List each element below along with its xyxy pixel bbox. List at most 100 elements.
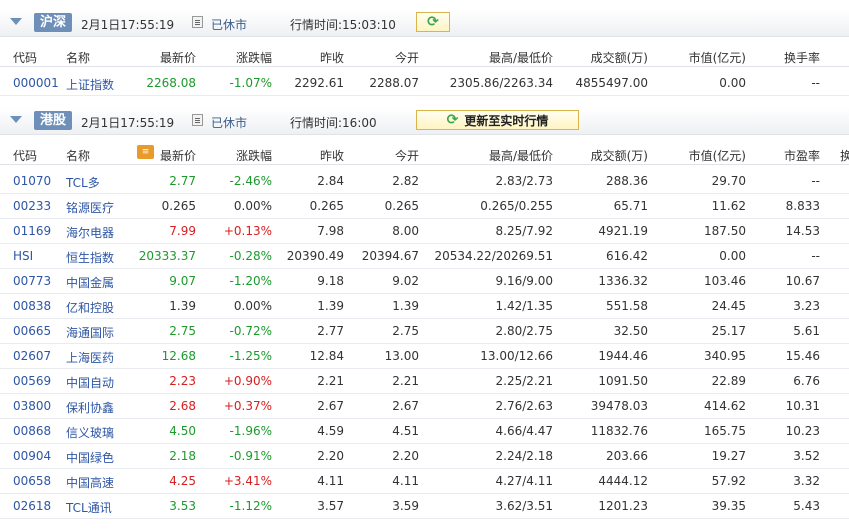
cell-code[interactable]: 02618 <box>13 499 51 513</box>
column-header[interactable]: 最高/最低价 <box>489 147 553 164</box>
cell-prev: 0.265 <box>309 199 344 213</box>
table-row[interactable]: 02618 TCL通讯 3.53 -1.12% 3.57 3.59 3.62/3.51 120… <box>0 493 849 519</box>
table-row[interactable]: 01169 海尔电器 7.99 +0.13% 7.98 8.00 8.25/7.92 4921… <box>0 218 849 244</box>
cell-code[interactable]: 00658 <box>13 474 51 488</box>
cell-price: 2.75 <box>169 324 196 338</box>
table-row[interactable]: 00773 中国金属 9.07 -1.20% 9.18 9.02 9.16/9.00 1336… <box>0 268 849 294</box>
cell-name[interactable]: 恒生指数 <box>66 249 114 266</box>
column-header[interactable]: 昨收 <box>320 49 344 66</box>
column-header[interactable]: 换 <box>840 147 849 164</box>
cell-extra: 10.23 <box>785 424 820 438</box>
column-header[interactable]: 涨跌幅 <box>236 49 272 66</box>
cell-code[interactable]: 00868 <box>13 424 51 438</box>
cell-name[interactable]: 信义玻璃 <box>66 424 114 441</box>
cell-code[interactable]: 01070 <box>13 174 51 188</box>
cell-mcap: 11.62 <box>711 199 746 213</box>
cell-prev: 2.77 <box>317 324 344 338</box>
cell-code[interactable]: 01169 <box>13 224 51 238</box>
cell-prev: 2.20 <box>317 449 344 463</box>
table-row[interactable]: HSI 恒生指数 20333.37 -0.28% 20390.49 20394.67 205… <box>0 243 849 269</box>
column-header[interactable]: 代码 <box>13 147 37 164</box>
collapse-triangle-icon[interactable] <box>10 116 22 123</box>
market-badge-sh[interactable]: 沪深 <box>34 13 73 32</box>
table-row[interactable]: 00665 海通国际 2.75 -0.72% 2.77 2.75 2.80/2.75 32.5… <box>0 318 849 344</box>
cell-code[interactable]: 00904 <box>13 449 51 463</box>
table-row[interactable]: 03800 保利协鑫 2.68 +0.37% 2.67 2.67 2.76/2.63 3947… <box>0 393 849 419</box>
cell-name[interactable]: 中国自动 <box>66 374 114 391</box>
cell-prev: 2292.61 <box>294 76 344 90</box>
cell-code[interactable]: 00233 <box>13 199 51 213</box>
cell-name[interactable]: 中国金属 <box>66 274 114 291</box>
column-header[interactable]: 最高/最低价 <box>489 49 553 66</box>
cell-mcap: 340.95 <box>704 349 746 363</box>
table-row[interactable]: 00658 中国高速 4.25 +3.41% 4.11 4.11 4.27/4.11 4444… <box>0 468 849 494</box>
column-header[interactable]: 换手率 <box>784 49 820 66</box>
cell-chg: -1.20% <box>229 274 272 288</box>
cell-prev: 9.18 <box>317 274 344 288</box>
cell-code[interactable]: HSI <box>13 249 33 263</box>
column-header[interactable]: 成交额(万) <box>591 147 648 164</box>
cell-name[interactable]: TCL多 <box>66 174 100 191</box>
cell-name[interactable]: TCL通讯 <box>66 499 112 516</box>
cell-open: 2.21 <box>392 374 419 388</box>
cell-name[interactable]: 铭源医疗 <box>66 199 114 216</box>
column-header[interactable]: 涨跌幅 <box>236 147 272 164</box>
column-header[interactable]: 成交额(万) <box>591 49 648 66</box>
cell-extra: 3.23 <box>793 299 820 313</box>
cell-code[interactable]: 00838 <box>13 299 51 313</box>
cell-name[interactable]: 亿和控股 <box>66 299 114 316</box>
hk-panel-header: 港股 2月1日17:55:19 已休市 行情时间:16:00 ⟳ 更新至实时行情 <box>0 108 849 135</box>
cell-hl: 3.62/3.51 <box>495 499 553 513</box>
column-header[interactable]: 市盈率 <box>784 147 820 164</box>
column-header[interactable]: 市值(亿元) <box>689 49 746 66</box>
table-row[interactable]: 00868 信义玻璃 4.50 -1.96% 4.59 4.51 4.66/4.47 1183… <box>0 418 849 444</box>
refresh-button[interactable]: ⟳ <box>416 12 450 32</box>
cell-code[interactable]: 00665 <box>13 324 51 338</box>
cell-code[interactable]: 00569 <box>13 374 51 388</box>
table-row[interactable]: 000001 上证指数 2268.08 -1.07% 2292.61 2288.07 230… <box>0 70 849 96</box>
cell-prev: 7.98 <box>317 224 344 238</box>
column-header[interactable]: 名称 <box>66 147 90 164</box>
table-row[interactable]: 01070 TCL多 2.77 -2.46% 2.84 2.82 2.83/2.73 288.… <box>0 168 849 194</box>
cell-name[interactable]: 保利协鑫 <box>66 399 114 416</box>
cell-name[interactable]: 海通国际 <box>66 324 114 341</box>
cell-hl: 9.16/9.00 <box>495 274 553 288</box>
update-realtime-button[interactable]: ⟳ 更新至实时行情 <box>416 110 579 130</box>
cell-prev: 2.21 <box>317 374 344 388</box>
column-header[interactable]: 最新价 <box>160 147 196 164</box>
table-row[interactable]: 00838 亿和控股 1.39 0.00% 1.39 1.39 1.42/1.35 551.5… <box>0 293 849 319</box>
table-row[interactable]: 02607 上海医药 12.68 -1.25% 12.84 13.00 13.00/12.6… <box>0 343 849 369</box>
cell-code[interactable]: 00773 <box>13 274 51 288</box>
column-header[interactable]: 市值(亿元) <box>689 147 746 164</box>
cell-price: 7.99 <box>169 224 196 238</box>
column-header[interactable]: 最新价 <box>160 49 196 66</box>
market-status-icon <box>192 114 203 126</box>
column-header[interactable]: 今开 <box>395 49 419 66</box>
collapse-triangle-icon[interactable] <box>10 18 22 25</box>
cell-name[interactable]: 上海医药 <box>66 349 114 366</box>
column-header[interactable]: 名称 <box>66 49 90 66</box>
cell-name[interactable]: 海尔电器 <box>66 224 114 241</box>
cell-amount: 39478.03 <box>590 399 648 413</box>
cell-open: 2288.07 <box>369 76 419 90</box>
cell-code[interactable]: 03800 <box>13 399 51 413</box>
cell-mcap: 414.62 <box>704 399 746 413</box>
market-status-icon <box>192 16 203 28</box>
cell-price: 9.07 <box>169 274 196 288</box>
table-row[interactable]: 00569 中国自动 2.23 +0.90% 2.21 2.21 2.25/2.21 1091… <box>0 368 849 394</box>
cell-code[interactable]: 000001 <box>13 76 59 90</box>
cell-name[interactable]: 中国绿色 <box>66 449 114 466</box>
column-header[interactable]: 代码 <box>13 49 37 66</box>
cell-name[interactable]: 中国高速 <box>66 474 114 491</box>
column-header[interactable]: 今开 <box>395 147 419 164</box>
market-badge-hk[interactable]: 港股 <box>34 111 73 130</box>
sh-panel-header: 沪深 2月1日17:55:19 已休市 行情时间:15:03:10 ⟳ <box>0 10 849 37</box>
table-row[interactable]: 00904 中国绿色 2.18 -0.91% 2.20 2.20 2.24/2.18 203.… <box>0 443 849 469</box>
cell-code[interactable]: 02607 <box>13 349 51 363</box>
column-header[interactable]: 昨收 <box>320 147 344 164</box>
cell-name[interactable]: 上证指数 <box>66 76 114 93</box>
table-row[interactable]: 00233 铭源医疗 0.265 0.00% 0.265 0.265 0.265/0.255… <box>0 193 849 219</box>
cell-open: 1.39 <box>392 299 419 313</box>
cell-hl: 4.27/4.11 <box>495 474 553 488</box>
sort-icon[interactable]: ≡ <box>137 145 154 159</box>
